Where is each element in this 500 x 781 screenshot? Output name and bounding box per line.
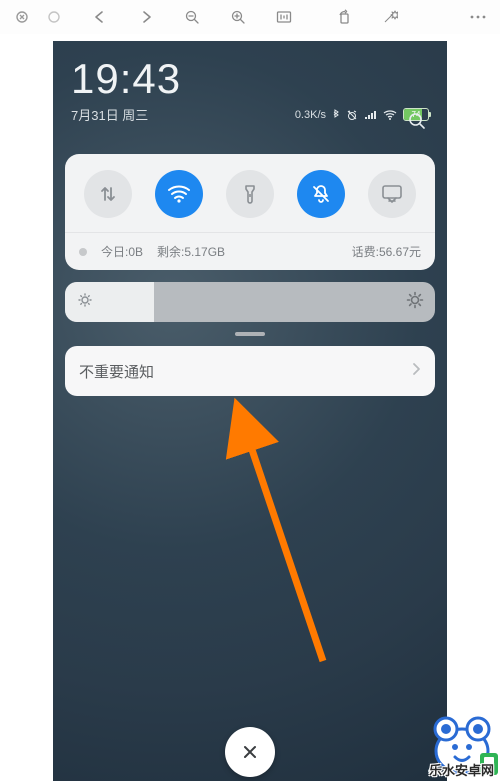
- annotation-arrow: [53, 41, 447, 781]
- alarm-off-icon: [346, 109, 358, 121]
- image-viewport: 19:43 7月31日 周三 0.3K/s 74: [0, 34, 500, 781]
- dot-icon: [79, 248, 87, 256]
- more-button[interactable]: [462, 3, 494, 31]
- wifi-status-icon: [383, 110, 397, 120]
- zoom-in-button[interactable]: [222, 3, 254, 31]
- qs-mobile-data[interactable]: [84, 170, 132, 218]
- close-icon[interactable]: [6, 3, 38, 31]
- qs-screenshot[interactable]: [368, 170, 416, 218]
- zoom-out-button[interactable]: [176, 3, 208, 31]
- chevron-right-icon: [411, 361, 421, 381]
- drag-handle[interactable]: [235, 332, 265, 336]
- qs-today-usage: 今日:0B: [101, 243, 143, 260]
- back-button[interactable]: [84, 3, 116, 31]
- actual-size-button[interactable]: [268, 3, 300, 31]
- stop-icon[interactable]: [38, 3, 70, 31]
- clock-time: 19:43: [71, 55, 429, 103]
- signal-icon: [364, 110, 377, 120]
- rotate-button[interactable]: [328, 3, 360, 31]
- effects-button[interactable]: [374, 3, 406, 31]
- unimportant-notifications-card[interactable]: 不重要通知: [65, 346, 435, 396]
- dismiss-button[interactable]: [225, 727, 275, 777]
- forward-button[interactable]: [130, 3, 162, 31]
- brightness-low-icon: [65, 292, 105, 313]
- qs-dnd[interactable]: [297, 170, 345, 218]
- qs-remaining: 剩余:5.17GB: [157, 243, 225, 260]
- net-speed: 0.3K/s: [295, 109, 326, 121]
- phone-screenshot: 19:43 7月31日 周三 0.3K/s 74: [53, 41, 447, 781]
- search-icon[interactable]: [407, 111, 427, 136]
- qs-wifi[interactable]: [155, 170, 203, 218]
- watermark-text: 乐水安卓网: [429, 760, 494, 779]
- qs-info-row[interactable]: 今日:0B 剩余:5.17GB 话费:56.67元: [65, 233, 435, 270]
- quick-settings-panel: 今日:0B 剩余:5.17GB 话费:56.67元: [65, 154, 435, 270]
- bluetooth-icon: [332, 109, 340, 121]
- viewer-toolbar: [0, 0, 500, 34]
- qs-balance: 话费:56.67元: [352, 243, 421, 260]
- qs-flashlight[interactable]: [226, 170, 274, 218]
- notification-title: 不重要通知: [79, 361, 154, 382]
- brightness-slider[interactable]: [65, 282, 435, 322]
- date-label: 7月31日 周三: [71, 105, 148, 124]
- brightness-high-icon: [395, 291, 435, 314]
